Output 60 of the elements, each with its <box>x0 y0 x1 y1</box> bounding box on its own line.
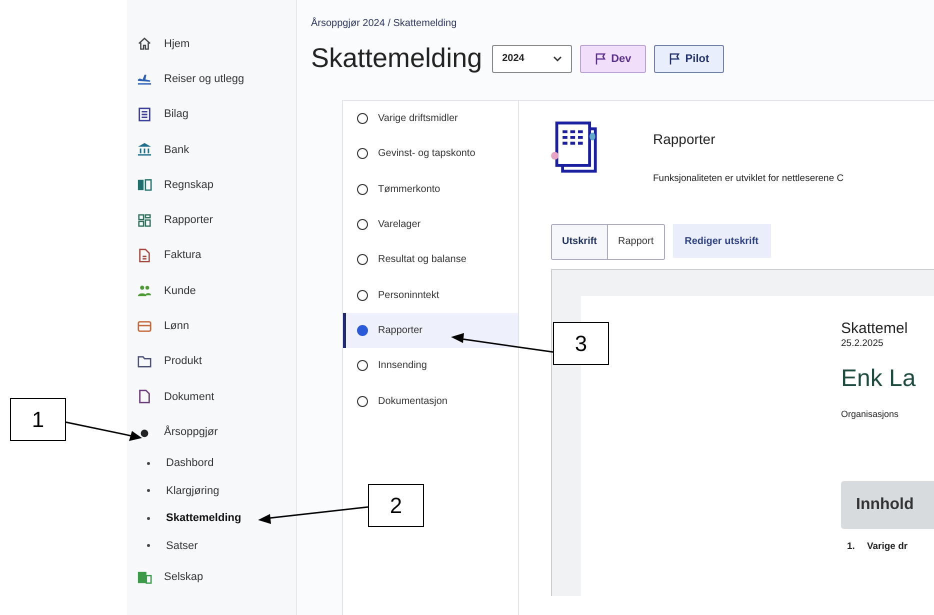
file-icon <box>137 389 152 404</box>
breadcrumb[interactable]: Årsoppgjør 2024 / Skattemelding <box>311 18 934 29</box>
contents-number: 1. <box>847 541 855 552</box>
document-icon <box>137 248 152 263</box>
step-item[interactable]: Personinntekt <box>343 277 518 313</box>
view-tab[interactable]: Utskrift <box>552 225 608 259</box>
step-item[interactable]: Tømmerkonto <box>343 172 518 207</box>
building-icon <box>137 570 152 585</box>
home-icon <box>137 36 152 52</box>
contents-entry: Varige dr <box>866 541 908 552</box>
org-number-label: Organisasjons <box>841 409 900 419</box>
nav-subitem[interactable]: Satser <box>127 532 296 560</box>
nav-item[interactable]: Lønn <box>127 308 296 344</box>
contents-heading: Innhold <box>841 481 934 529</box>
people-icon <box>137 283 152 298</box>
card-icon <box>137 318 152 334</box>
folder-icon <box>137 354 152 369</box>
document-title: Skattemel <box>841 320 909 337</box>
step-item[interactable]: Varelager <box>343 206 518 242</box>
nav-item[interactable]: Årsoppgjør <box>127 414 296 450</box>
nav-item[interactable]: Produkt <box>127 344 296 379</box>
nav-subitem[interactable]: Skattemelding <box>127 504 296 532</box>
view-tab[interactable]: Rapport <box>607 225 664 259</box>
flag-icon <box>595 52 608 64</box>
step-item[interactable]: Varige driftsmidler <box>343 101 518 136</box>
step-item[interactable]: Resultat og balanse <box>343 242 518 278</box>
nav-item[interactable]: Selskap <box>127 560 296 595</box>
nav-item[interactable]: Bank <box>127 132 296 168</box>
grid-icon <box>137 212 152 228</box>
step-item[interactable]: Innsending <box>343 348 518 384</box>
nav-subitem[interactable]: Dashbord <box>127 450 296 478</box>
document-date: 25.2.2025 <box>841 338 884 349</box>
browser-notice: Funksjonaliteten er utviklet for nettleserene C <box>653 173 844 184</box>
nav-item[interactable]: Kunde <box>127 273 296 308</box>
callout-label: 3 <box>553 322 609 365</box>
company-name: Enk La <box>841 365 917 393</box>
section-heading: Rapporter <box>653 131 716 147</box>
list-icon <box>137 106 152 122</box>
nav-item[interactable]: Bilag <box>127 96 296 132</box>
book-icon <box>137 177 152 192</box>
flag-icon <box>669 52 682 64</box>
step-item[interactable]: Dokumentasjon <box>343 383 518 419</box>
page-title: Skattemelding <box>311 43 482 74</box>
nav-item[interactable]: Regnskap <box>127 167 296 202</box>
nav-item[interactable]: Hjem <box>127 26 296 62</box>
nav-item[interactable]: Faktura <box>127 238 296 274</box>
chevron-down-icon <box>553 56 562 62</box>
nav-item[interactable]: Rapporter <box>127 202 296 238</box>
nav-item[interactable]: Dokument <box>127 378 296 414</box>
step-item[interactable]: Rapporter <box>343 312 518 348</box>
nav-subitem[interactable]: Klargjøring <box>127 477 296 505</box>
flag-button[interactable]: Pilot <box>654 44 724 72</box>
callout-label: 2 <box>368 484 424 527</box>
edit-print-button[interactable]: Rediger utskrift <box>672 224 770 258</box>
callout-label: 1 <box>10 398 66 441</box>
flag-button[interactable]: Dev <box>580 44 646 72</box>
bank-icon <box>137 142 152 158</box>
year-select[interactable]: 2024 <box>492 44 572 72</box>
step-item[interactable]: Gevinst- og tapskonto <box>343 136 518 172</box>
nav-item[interactable]: Reiser og utlegg <box>127 61 296 97</box>
